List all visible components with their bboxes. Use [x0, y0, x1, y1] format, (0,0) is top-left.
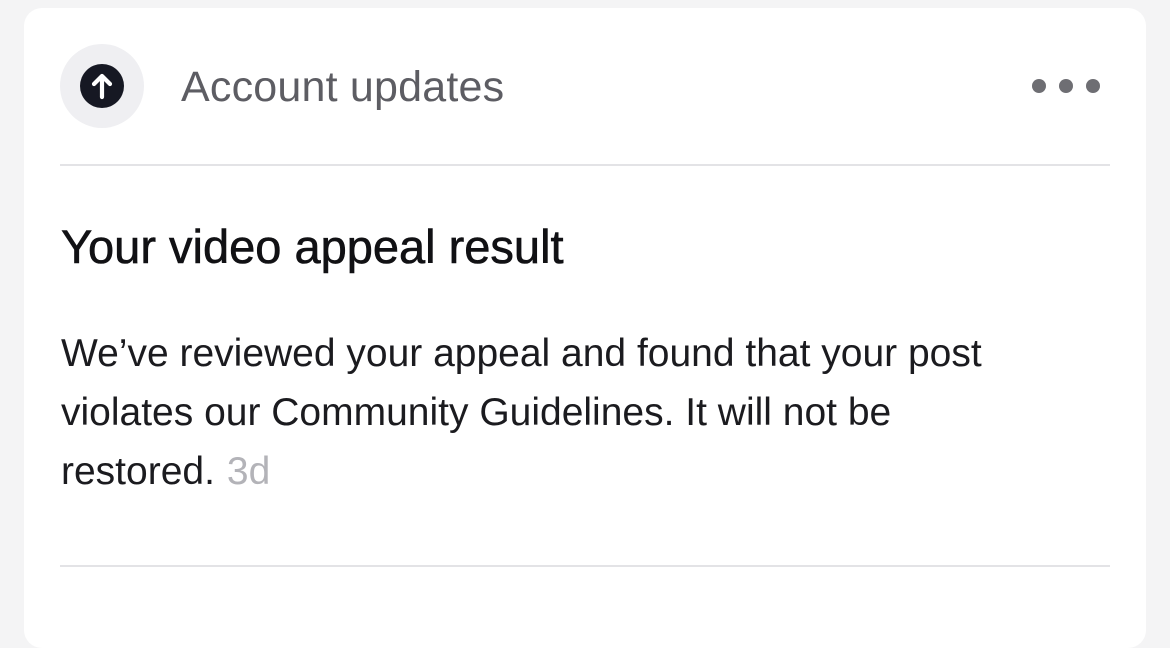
header-divider — [60, 164, 1110, 166]
notification-body-text: We’ve reviewed your appeal and found tha… — [61, 332, 982, 493]
notification-divider — [60, 565, 1110, 567]
account-updates-avatar — [60, 44, 144, 128]
more-options-button[interactable] — [1024, 70, 1114, 100]
arrow-up-circle-icon — [80, 64, 124, 108]
more-horizontal-icon — [1032, 79, 1100, 93]
notification-message[interactable]: We’ve reviewed your appeal and found tha… — [61, 324, 1111, 501]
notification-header: Account updates — [24, 8, 1146, 164]
notification-timestamp: 3d — [226, 450, 271, 493]
notification-title: Your video appeal result — [61, 220, 564, 274]
notification-card: Account updates Your video appeal result… — [24, 8, 1146, 648]
header-title: Account updates — [181, 63, 505, 111]
